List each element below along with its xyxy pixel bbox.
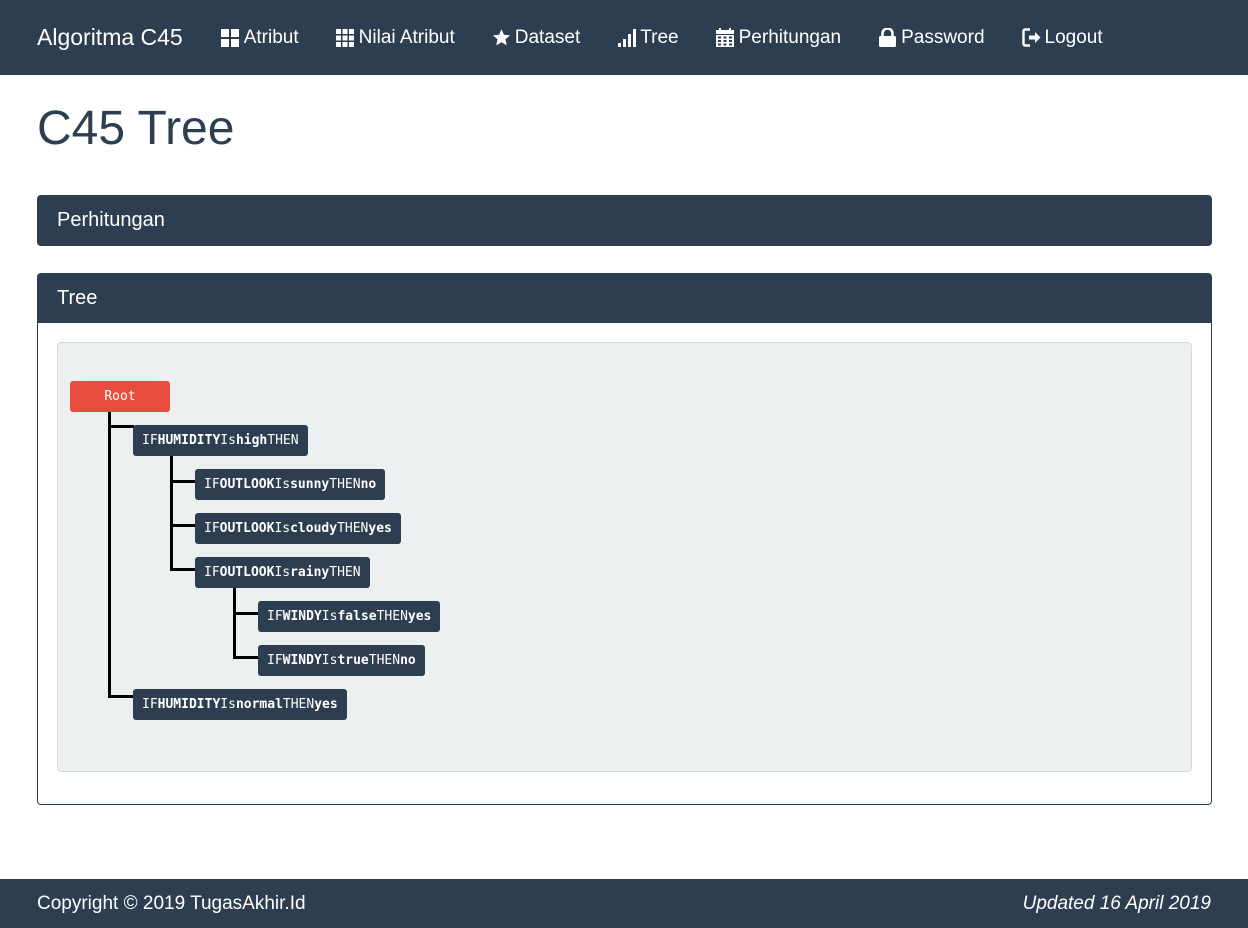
signal-icon [617,28,636,47]
tree-connector [170,524,196,527]
tree-node-outlook-sunny: IF OUTLOOK Is sunny THEN no [195,469,386,500]
tree-container: Root IF HUMIDITY Is high THEN IF OUTLOOK… [57,342,1192,772]
kw-then: THEN [368,653,401,668]
tree-connector [233,656,259,659]
tree-connector [170,568,196,571]
tree-root-node: Root [70,381,170,412]
kw-is: Is [321,653,338,668]
rule-result: yes [407,609,432,624]
kw-then: THEN [376,609,408,624]
lock-icon [878,28,897,47]
rule-value: high [235,433,268,448]
kw-then: THEN [329,477,361,492]
nav-item-perhitungan[interactable]: Perhitungan [716,27,841,49]
nav-item-label: Atribut [243,26,299,48]
tree-connector [233,612,259,615]
nav-item-label: Perhitungan [738,26,842,48]
nav-item-label: Dataset [514,26,581,48]
rule-attr: HUMIDITY [157,697,221,712]
kw-if: IF [204,565,220,580]
rule-result: no [400,653,416,668]
tree-node-outlook-cloudy: IF OUTLOOK Is cloudy THEN yes [195,513,401,544]
footer: Copyright © 2019 TugasAkhir.Id Updated 1… [0,879,1248,928]
nav-item-label: Tree [640,26,679,48]
star-icon [492,28,511,47]
tree-node-humidity-normal: IF HUMIDITY Is normal THEN yes [133,689,347,720]
rule-attr: OUTLOOK [219,565,275,580]
footer-copyright: Copyright © 2019 TugasAkhir.Id [37,892,306,914]
kw-if: IF [142,697,158,712]
kw-is: Is [274,565,291,580]
brand-link[interactable]: Algoritma C45 [37,24,183,51]
kw-is: Is [321,609,338,624]
tree-node-windy-true: IF WINDY Is true THEN no [258,645,425,676]
panel-perhitungan-heading[interactable]: Perhitungan [38,196,1211,245]
kw-then: THEN [282,697,315,712]
kw-is: Is [274,477,291,492]
nav-item-label: Logout [1044,26,1103,48]
rule-attr: HUMIDITY [157,433,221,448]
tree-connector [170,480,196,483]
navbar: Algoritma C45 Atribut Nilai Atribut Data… [0,0,1248,75]
kw-if: IF [267,609,283,624]
kw-then: THEN [267,433,299,448]
rule-result: yes [368,521,392,536]
tree-connector [170,455,173,570]
kw-then: THEN [337,521,369,536]
nav-menu: Atribut Nilai Atribut Dataset Tree Perhi… [221,27,1140,49]
nav-item-label: Password [901,26,985,48]
tree-connector [233,587,236,658]
nav-item-logout[interactable]: Logout [1021,26,1103,49]
panel-tree: Tree Root IF HUMIDITY Is high THEN IF OU… [37,273,1212,805]
rule-value: false [337,609,377,624]
panel-perhitungan: Perhitungan [37,195,1212,246]
rule-result: yes [314,697,338,712]
nav-item-dataset[interactable]: Dataset [492,27,580,49]
panel-tree-heading: Tree [38,274,1211,323]
nav-item-label: Nilai Atribut [358,26,455,48]
rule-value: rainy [290,565,330,580]
tree-node-windy-false: IF WINDY Is false THEN yes [258,601,441,632]
rule-value: normal [235,697,283,712]
rule-result: no [360,477,377,492]
kw-then: THEN [329,565,361,580]
kw-if: IF [267,653,283,668]
page-title: C45 Tree [37,102,235,155]
nav-item-atribut[interactable]: Atribut [221,27,299,49]
rule-value: cloudy [290,521,338,536]
tree-node-humidity-high: IF HUMIDITY Is high THEN [133,425,308,456]
nav-item-nilai-atribut[interactable]: Nilai Atribut [336,27,455,49]
tree-connector [108,425,134,428]
nav-item-tree[interactable]: Tree [617,26,679,49]
tree-node-outlook-rainy: IF OUTLOOK Is rainy THEN [195,557,370,588]
kw-is: Is [274,521,291,536]
rule-value: sunny [290,477,330,492]
rule-attr: WINDY [282,653,322,668]
table-icon [336,28,355,47]
grid-icon [221,28,240,47]
tree-connector [108,695,134,698]
kw-if: IF [204,521,220,536]
kw-is: Is [220,697,236,712]
kw-if: IF [204,477,220,492]
tree-root-label: Root [104,389,136,404]
rule-attr: WINDY [282,609,322,624]
footer-updated: Updated 16 April 2019 [1022,892,1211,914]
rule-value: true [337,653,369,668]
calendar-icon [716,28,735,47]
kw-if: IF [142,433,158,448]
rule-attr: OUTLOOK [219,477,275,492]
rule-attr: OUTLOOK [219,521,275,536]
kw-is: Is [220,433,236,448]
logout-icon [1021,28,1041,47]
tree-connector [108,411,111,698]
nav-item-password[interactable]: Password [878,26,985,49]
